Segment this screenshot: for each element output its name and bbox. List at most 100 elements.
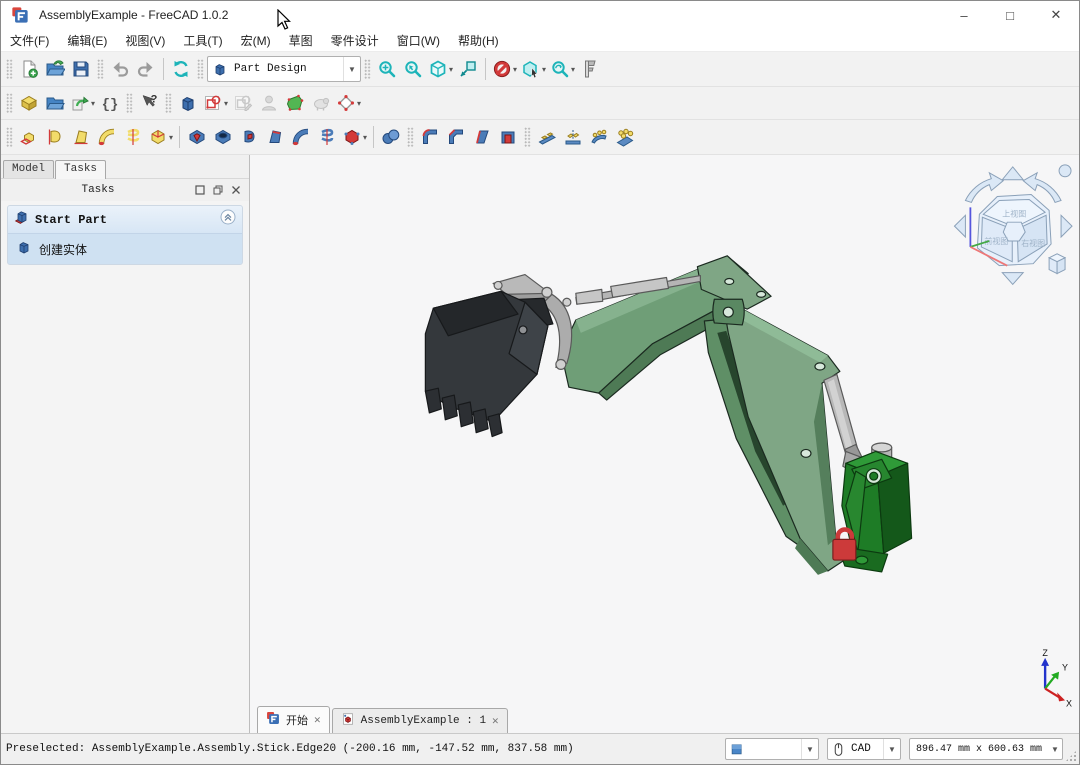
thickness-button[interactable]	[495, 124, 521, 150]
menu-item-2[interactable]: 编辑(E)	[58, 30, 116, 51]
zoom-selection-button[interactable]	[400, 56, 426, 82]
toolbar-grip[interactable]	[6, 93, 13, 113]
pocket-button[interactable]	[184, 124, 210, 150]
start-part-icon	[14, 209, 30, 230]
workbench-selector[interactable]: Part Design▼	[207, 56, 361, 82]
pad-button[interactable]	[16, 124, 42, 150]
dock-minimize-icon[interactable]	[195, 185, 205, 195]
hole-button[interactable]	[210, 124, 236, 150]
make-link-button[interactable]: ▾	[68, 90, 97, 116]
draft-button[interactable]	[469, 124, 495, 150]
navigation-style-select[interactable]: CAD ▼	[827, 738, 901, 760]
toolbar-grip[interactable]	[524, 127, 531, 147]
menu-item-5[interactable]: 宏(M)	[232, 30, 280, 51]
3d-viewport[interactable]: 上视图 前视图 右视图	[250, 155, 1079, 733]
make-link-icon	[70, 93, 90, 113]
polar-pattern-button[interactable]	[586, 124, 612, 150]
start-part-section-header[interactable]: Start Part	[8, 206, 242, 234]
subtractive-primitive-button[interactable]: ▾	[340, 124, 369, 150]
dock-close-icon[interactable]	[231, 185, 241, 195]
workbench-partdesign-icon	[212, 61, 228, 77]
create-sketch-button[interactable]: ▾	[201, 90, 230, 116]
zoom-tool-button[interactable]: ▾	[548, 56, 577, 82]
dropdown-arrow-icon: ▾	[357, 99, 361, 108]
render-style-select[interactable]: ▼	[725, 738, 819, 760]
toolbar-grip[interactable]	[126, 93, 133, 113]
panel-tab-model[interactable]: Model	[3, 160, 54, 178]
additive-helix-button[interactable]	[120, 124, 146, 150]
new-document-button[interactable]	[16, 56, 42, 82]
std-part-button[interactable]	[16, 90, 42, 116]
menu-item-8[interactable]: 窗口(W)	[388, 30, 449, 51]
view-select-cube-button[interactable]: ▾	[519, 56, 548, 82]
additive-loft-button[interactable]	[68, 124, 94, 150]
view-dimensions-select[interactable]: 896.47 mm x 600.63 mm ▼	[909, 738, 1063, 760]
save-document-button[interactable]	[68, 56, 94, 82]
window-title: AssemblyExample - FreeCAD 1.0.2	[39, 8, 228, 22]
clip-plane-button[interactable]: ▾	[490, 56, 519, 82]
undo-button[interactable]	[107, 56, 133, 82]
group-button[interactable]	[42, 90, 68, 116]
toolbar-grip[interactable]	[6, 127, 13, 147]
svg-text:{}: {}	[102, 97, 119, 113]
zoom-tool-icon	[550, 59, 570, 79]
revolution-button[interactable]	[42, 124, 68, 150]
dropdown-arrow-icon: ▾	[91, 99, 95, 108]
expression-button[interactable]: {}	[97, 90, 123, 116]
open-document-button[interactable]	[42, 56, 68, 82]
refresh-button[interactable]	[168, 56, 194, 82]
mdi-tab-label: 开始	[286, 712, 308, 728]
toolbar-grip[interactable]	[364, 59, 371, 79]
toolbar-grip[interactable]	[6, 59, 13, 79]
view-isometric-button[interactable]: ▾	[426, 56, 455, 82]
validate-sketch-button[interactable]: ▾	[334, 90, 363, 116]
map-sketch-icon	[285, 93, 305, 113]
menu-item-9[interactable]: 帮助(H)	[449, 30, 508, 51]
minimize-button[interactable]: –	[941, 1, 987, 29]
subtractive-loft-button[interactable]	[262, 124, 288, 150]
tab-close-icon[interactable]: ✕	[314, 713, 321, 727]
sketch-attach-button	[256, 90, 282, 116]
panel-tab-tasks[interactable]: Tasks	[55, 160, 106, 179]
menu-item-7[interactable]: 零件设计	[322, 30, 388, 51]
groove-button[interactable]	[236, 124, 262, 150]
subtractive-helix-button[interactable]	[314, 124, 340, 150]
dock-float-icon[interactable]	[213, 185, 223, 195]
measure-button[interactable]	[577, 56, 603, 82]
redo-button[interactable]	[133, 56, 159, 82]
validate-sketch-icon	[336, 93, 356, 113]
dropdown-arrow-icon: ▼	[1048, 739, 1062, 759]
mirrored-button[interactable]	[560, 124, 586, 150]
multitransform-button[interactable]	[612, 124, 638, 150]
create-body-button[interactable]	[175, 90, 201, 116]
toolbar-grip[interactable]	[97, 59, 104, 79]
mdi-tab-bar: 开始✕AssemblyExample : 1✕	[250, 705, 1079, 733]
map-sketch-button[interactable]	[282, 90, 308, 116]
menu-item-3[interactable]: 视图(V)	[116, 30, 174, 51]
create-solid-task-item[interactable]: 创建实体	[8, 234, 242, 264]
mirrored-icon	[563, 127, 583, 147]
maximize-button[interactable]: □	[987, 1, 1033, 29]
zoom-fit-button[interactable]	[374, 56, 400, 82]
close-button[interactable]: ✕	[1033, 1, 1079, 29]
linear-pattern-button[interactable]	[534, 124, 560, 150]
whats-this-button[interactable]: ?	[136, 90, 162, 116]
menu-item-1[interactable]: 文件(F)	[1, 30, 58, 51]
tab-close-icon[interactable]: ✕	[492, 714, 499, 728]
boolean-button[interactable]	[378, 124, 404, 150]
toolbar-grip[interactable]	[197, 59, 204, 79]
toolbar-grip[interactable]	[165, 93, 172, 113]
toolbar-grip[interactable]	[407, 127, 414, 147]
collapse-section-icon[interactable]	[220, 209, 236, 230]
subtractive-pipe-button[interactable]	[288, 124, 314, 150]
menu-item-4[interactable]: 工具(T)	[174, 30, 231, 51]
draw-style-button[interactable]	[455, 56, 481, 82]
mdi-tab-1[interactable]: 开始 ✕	[257, 706, 330, 733]
additive-pipe-button[interactable]	[94, 124, 120, 150]
additive-primitive-button[interactable]: ▾	[146, 124, 175, 150]
mdi-tab-2[interactable]: AssemblyExample : 1✕	[332, 708, 508, 733]
edit-sketch-icon	[233, 93, 253, 113]
chamfer-button[interactable]	[443, 124, 469, 150]
dropdown-arrow-icon: ▼	[343, 57, 360, 81]
fillet-button[interactable]	[417, 124, 443, 150]
